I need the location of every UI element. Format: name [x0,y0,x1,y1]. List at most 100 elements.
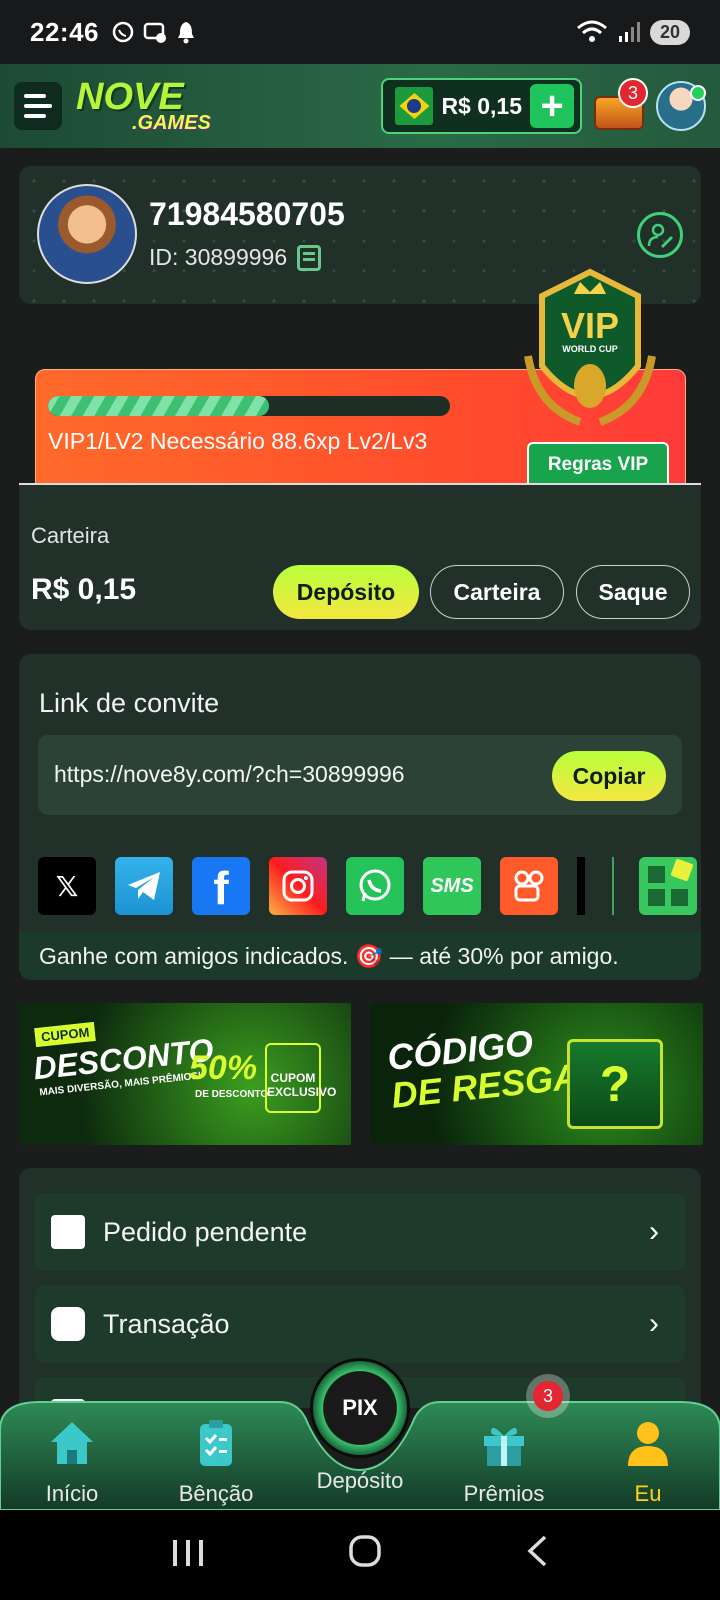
app-header: NOVE .GAMES R$ 0,15 + 3 [0,64,720,148]
nav-deposit[interactable]: Depósito [300,1460,420,1494]
wallet-amount: R$ 0,15 [31,573,137,606]
whatsapp-phone-icon [359,869,391,902]
clock: 22:46 [30,16,99,47]
username: 71984580705 [149,196,345,232]
vip-progress-fill [48,396,270,416]
invite-footer: Ganhe com amigos indicados. 🎯 — até 30% … [19,932,701,980]
share-buttons: 𝕏 f SMS [38,857,697,915]
avatar[interactable] [37,184,137,284]
nav-prizes-label: Prêmios [463,1481,545,1506]
user-edit-icon [647,223,673,248]
status-bar: 22:46 20 [0,0,720,64]
nav-home-label: Início [45,1481,99,1506]
edit-profile-button[interactable] [637,212,683,258]
invite-card: Link de convite https://nove8y.com/?ch=3… [19,654,701,980]
camera-icon [282,870,314,902]
scroll-edge [577,857,585,915]
deposit-button[interactable]: Depósito [273,565,419,619]
chevron-right-icon: › [649,1215,659,1248]
coupon-tag: CUPOM [34,1021,97,1048]
nav-me-label: Eu [634,1481,662,1506]
menu-line-icon [24,94,46,98]
wallet-button[interactable]: Carteira [430,565,564,619]
menu-item-label: Pedido pendente [103,1216,308,1247]
kwai-icon[interactable] [500,857,558,915]
pix-deposit-button[interactable]: PIX [310,1358,410,1458]
invite-url[interactable]: https://nove8y.com/?ch=30899996 [54,761,405,788]
coupon-percent: 50% [189,1049,258,1087]
whatsapp-notif-icon [112,21,134,43]
nav-blessing[interactable]: Bênção [156,1418,276,1507]
invite-footer-text: Ganhe com amigos indicados. 🎯 — até 30% … [39,943,619,969]
instagram-icon[interactable] [269,857,327,915]
telegram-icon[interactable] [115,857,173,915]
logo-sub-text: .GAMES [132,112,211,135]
bell-icon [178,22,194,44]
copy-id-icon[interactable] [297,244,322,271]
menu-pending-orders[interactable]: Pedido pendente › [35,1193,685,1271]
more-apps-icon[interactable] [639,857,697,915]
pix-label: PIX [342,1395,378,1420]
chevron-right-icon: › [649,1307,659,1340]
nav-me[interactable]: Eu [588,1418,708,1507]
coupon-exclusive: CUPOM EXCLUSIVO [265,1043,336,1113]
prizes-badge: 3 [526,1374,570,1418]
facebook-icon[interactable]: f [192,857,250,915]
back-icon[interactable] [525,1533,549,1578]
user-id-row: ID: 30899996 [149,244,322,271]
wallet-card: Carteira R$ 0,15 Depósito Carteira Saque [19,485,701,630]
nav-prizes[interactable]: Prêmios [444,1418,564,1507]
x-icon[interactable]: 𝕏 [38,857,96,915]
vip-badge-text: VIP [561,305,619,346]
user-icon [628,1422,668,1466]
share-divider [612,857,614,915]
invite-link-box: https://nove8y.com/?ch=30899996 Copiar [38,735,682,815]
signal-icon [618,22,640,42]
notification-icons [111,20,197,44]
brazil-flag-icon [395,87,434,125]
support-avatar[interactable] [656,81,706,131]
system-indicators: 20 [576,19,690,45]
header-balance[interactable]: R$ 0,15 + [381,78,582,134]
checklist-icon [200,1420,232,1466]
whatsapp-icon[interactable] [346,857,404,915]
clipboard-coins-icon [51,1215,85,1249]
user-id: ID: 30899996 [149,244,288,270]
vip-progress-bar [48,396,450,416]
menu-item-label: Transação [103,1308,230,1339]
message-notif-icon [143,22,166,43]
bottom-navigation: PIX Início Bênção Depósito Prêmios 3 Eu [0,1358,720,1510]
add-funds-button[interactable]: + [530,84,574,128]
wallet-icon [51,1307,85,1341]
kwai-logo-icon [514,870,544,902]
recent-apps-icon[interactable] [171,1533,205,1578]
invite-title: Link de convite [39,688,220,718]
chest-badge: 3 [618,78,648,108]
logo-main-text: NOVE [76,75,184,118]
withdraw-button[interactable]: Saque [576,565,690,619]
vip-badge-icon[interactable]: VIP WORLD CUP [522,266,658,436]
home-icon [51,1422,93,1464]
nav-home[interactable]: Início [12,1418,132,1507]
vip-badge-subtext: WORLD CUP [562,344,618,354]
nove-games-logo[interactable]: NOVE .GAMES [76,75,211,135]
battery-indicator: 20 [649,19,690,45]
telegram-plane-icon [128,872,160,900]
treasure-chest-button[interactable]: 3 [592,78,648,134]
nav-blessing-label: Bênção [178,1481,254,1506]
system-navigation-bar [0,1510,720,1600]
nav-deposit-label: Depósito [316,1468,404,1493]
wallet-label: Carteira [31,523,110,548]
redeem-code-banner[interactable]: CÓDIGO DE RESGATE ? [371,1003,703,1145]
vip-rules-button[interactable]: Regras VIP [527,442,669,486]
gift-icon [484,1427,524,1466]
coupon-percent-label: DE DESCONTO [195,1089,269,1100]
sms-icon[interactable]: SMS [423,857,481,915]
gift-box-icon: ? [567,1039,663,1129]
home-button-icon[interactable] [348,1533,382,1578]
hamburger-menu-button[interactable] [14,82,62,130]
copy-link-button[interactable]: Copiar [552,751,666,801]
discount-coupon-banner[interactable]: CUPOM DESCONTO MAIS DIVERSÃO, MAIS PRÊMI… [19,1003,351,1145]
prizes-badge-count: 3 [533,1381,563,1411]
menu-transactions[interactable]: Transação › [35,1285,685,1363]
